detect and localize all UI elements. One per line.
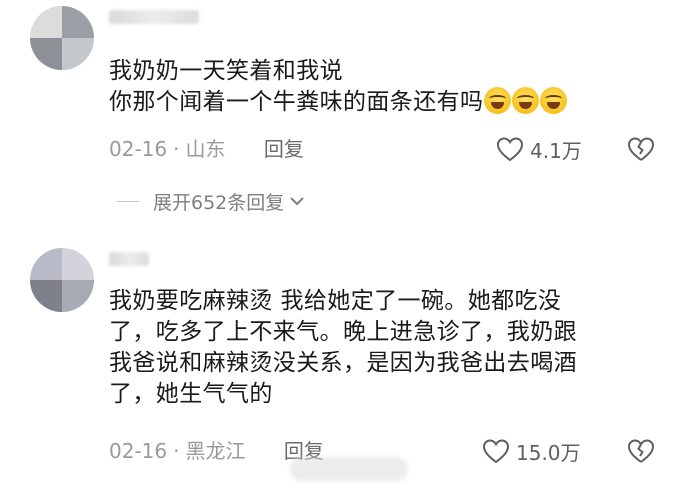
comment-location: 山东 xyxy=(185,137,226,161)
like-count: 15.0万 xyxy=(516,440,581,465)
broken-heart-icon[interactable] xyxy=(626,136,656,162)
avatar[interactable] xyxy=(30,248,94,312)
comment-text-line: 你那个闻着一个牛粪味的面条还有吗 xyxy=(109,89,484,115)
laughing-tears-emoji-icon xyxy=(512,87,540,114)
comment-text-line: 我爸说和麻辣烫没关系，是因为我爸出去喝酒 xyxy=(109,350,577,376)
chevron-down-icon xyxy=(290,197,304,206)
expand-replies-button[interactable]: 展开652条回复 xyxy=(117,187,306,215)
comment-date: 02-16 xyxy=(109,137,168,161)
comment-text: 我奶奶一天笑着和我说 你那个闻着一个牛粪味的面条还有吗 xyxy=(109,56,568,118)
comment-text: 我奶要吃麻辣烫 我给她定了一碗。她都吃没 了，吃多了上不来气。晚上进急诊了，我奶… xyxy=(109,286,577,410)
comment-date: 02-16 xyxy=(109,439,168,463)
username[interactable] xyxy=(109,10,199,24)
username[interactable] xyxy=(109,252,149,266)
reply-button[interactable]: 回复 xyxy=(264,137,304,161)
watermark xyxy=(290,457,408,481)
comment-meta: 02-16 · 山东 回复 xyxy=(109,137,304,161)
comment-text-line: 了，吃多了上不来气。晚上进急诊了，我奶跟 xyxy=(109,319,577,345)
divider xyxy=(117,200,139,202)
laughing-tears-emoji-icon xyxy=(540,87,568,114)
like-button[interactable]: 15.0万 xyxy=(482,436,581,466)
comment-text-line: 我奶奶一天笑着和我说 xyxy=(109,58,343,84)
heart-outline-icon xyxy=(496,137,524,162)
like-button[interactable]: 4.1万 xyxy=(496,134,582,164)
comment-text-line: 我奶要吃麻辣烫 我给她定了一碗。她都吃没 xyxy=(109,288,562,314)
comment-location: 黑龙江 xyxy=(185,439,246,463)
heart-outline-icon xyxy=(482,439,510,464)
comment-text-line: 了，她生气气的 xyxy=(109,381,273,407)
comment-meta: 02-16 · 黑龙江 回复 xyxy=(109,439,324,463)
comment-item: 我奶奶一天笑着和我说 你那个闻着一个牛粪味的面条还有吗 02-16 · 山东 回复 … xyxy=(0,0,690,230)
like-count: 4.1万 xyxy=(530,138,582,163)
avatar[interactable] xyxy=(30,6,94,70)
laughing-tears-emoji-icon xyxy=(484,87,512,114)
expand-replies-label: 展开652条回复 xyxy=(153,191,285,214)
comment-item: 我奶要吃麻辣烫 我给她定了一碗。她都吃没 了，吃多了上不来气。晚上进急诊了，我奶… xyxy=(0,230,690,489)
broken-heart-icon[interactable] xyxy=(626,438,656,464)
